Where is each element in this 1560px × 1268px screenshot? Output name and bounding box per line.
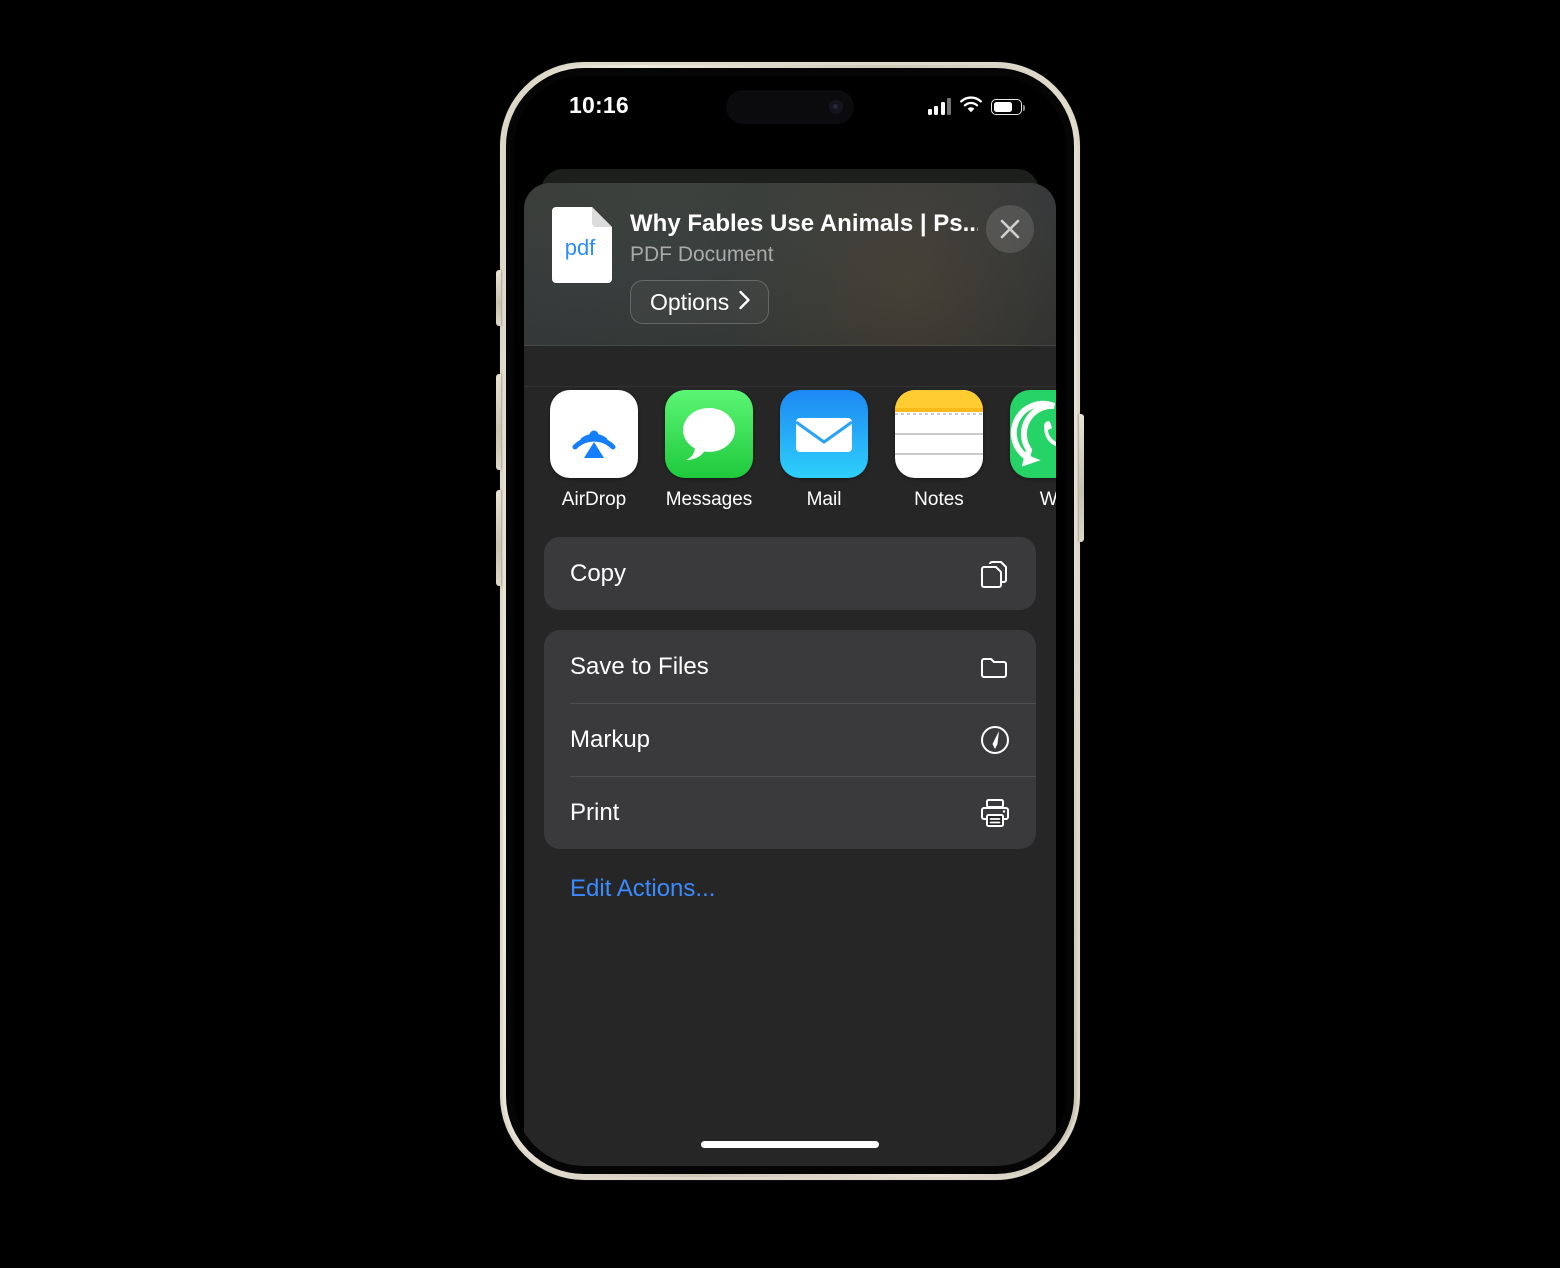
messages-icon [665, 390, 753, 478]
share-targets-band: AirDrop Messages Mail Notes W [524, 346, 1056, 537]
edit-actions-label: Edit Actions... [570, 875, 716, 902]
mail-icon [780, 390, 868, 478]
options-button[interactable]: Options [630, 280, 770, 324]
action-row-copy[interactable]: Copy [544, 537, 1036, 610]
share-sheet-header: pdf Why Fables Use Animals | Ps... PDF D… [524, 183, 1056, 346]
phone-device-frame: pdf Why Fables Use Animals | Ps... PDF D… [496, 62, 1084, 1180]
power-button[interactable] [1079, 414, 1084, 542]
share-target-messages[interactable]: Messages [665, 390, 753, 511]
share-target-airdrop[interactable]: AirDrop [550, 390, 638, 511]
edit-actions-button[interactable]: Edit Actions... [544, 869, 1036, 903]
action-button[interactable] [496, 270, 501, 326]
action-label: Save to Files [570, 652, 709, 680]
share-target-label: Wh [1039, 489, 1056, 510]
share-target-label: Mail [806, 489, 842, 510]
airdrop-icon [550, 390, 638, 478]
folder-icon [978, 650, 1012, 684]
file-header-text: Why Fables Use Animals | Ps... PDF Docum… [630, 209, 978, 269]
close-button[interactable] [986, 205, 1034, 253]
share-target-label: AirDrop [561, 489, 627, 510]
action-row-save-to-files[interactable]: Save to Files [544, 630, 1036, 703]
share-target-label: Notes [914, 489, 964, 510]
notes-icon [895, 390, 983, 478]
options-button-label: Options [650, 288, 730, 315]
action-label: Markup [570, 725, 651, 753]
front-camera-icon [829, 100, 843, 114]
share-target-mail[interactable]: Mail [780, 390, 868, 511]
volume-up-button[interactable] [496, 374, 501, 470]
printer-icon [978, 796, 1012, 830]
share-actions: Copy Save to Files Markup Print Edit Act… [524, 537, 1056, 903]
action-group-file-actions: Save to Files Markup Print [544, 630, 1036, 849]
whatsapp-icon [1010, 390, 1056, 478]
share-target-label: Messages [665, 489, 753, 510]
copy-icon [978, 557, 1012, 591]
action-label: Copy [570, 559, 627, 587]
markup-pen-icon [978, 723, 1012, 757]
screenshot-stage: pdf Why Fables Use Animals | Ps... PDF D… [0, 0, 1560, 1268]
file-title: Why Fables Use Animals | Ps... [630, 210, 978, 237]
dynamic-island [726, 90, 854, 124]
action-row-markup[interactable]: Markup [544, 703, 1036, 776]
pdf-file-icon: pdf [552, 207, 612, 283]
action-group-copy: Copy [544, 537, 1036, 610]
share-target-whatsapp[interactable]: Wh [1010, 390, 1056, 511]
svg-text:pdf: pdf [565, 235, 596, 260]
share-sheet: pdf Why Fables Use Animals | Ps... PDF D… [524, 183, 1056, 1166]
home-indicator[interactable] [701, 1141, 879, 1148]
chevron-right-icon [738, 290, 751, 315]
volume-down-button[interactable] [496, 490, 501, 586]
phone-screen: pdf Why Fables Use Animals | Ps... PDF D… [514, 76, 1066, 1166]
action-label: Print [570, 798, 620, 826]
action-row-print[interactable]: Print [544, 776, 1036, 849]
close-icon [1000, 219, 1020, 239]
file-subtitle: PDF Document [630, 243, 774, 266]
share-targets-row[interactable]: AirDrop Messages Mail Notes W [524, 390, 1056, 511]
share-target-notes[interactable]: Notes [895, 390, 983, 511]
